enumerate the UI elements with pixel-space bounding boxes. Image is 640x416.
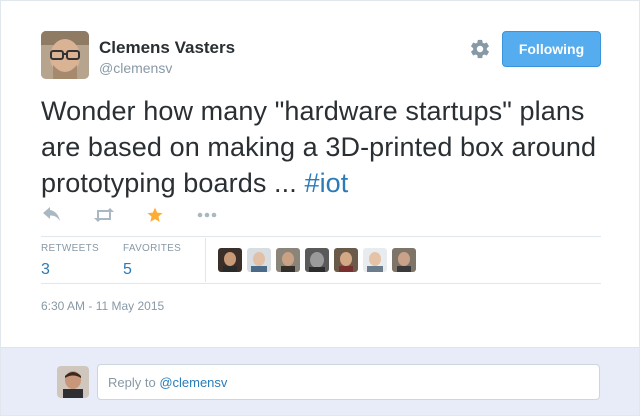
hashtag-link[interactable]: #iot <box>304 168 348 198</box>
retweets-label: RETWEETS <box>41 243 99 254</box>
favoriter-avatar[interactable] <box>363 248 387 272</box>
retweet-icon[interactable] <box>93 204 115 226</box>
reply-input[interactable] <box>97 364 600 400</box>
star-icon[interactable] <box>144 204 166 226</box>
retweets-stat[interactable]: RETWEETS 3 <box>41 243 99 279</box>
tweet-main: Clemens Vasters @clemensv Following Wond… <box>1 1 639 347</box>
tweet-timestamp[interactable]: 6:30 AM - 11 May 2015 <box>41 299 164 313</box>
divider-top <box>41 236 601 237</box>
favoriter-avatar[interactable] <box>392 248 416 272</box>
reply-bar: Reply to @clemensv <box>1 347 639 415</box>
tweet-card: Clemens Vasters @clemensv Following Wond… <box>0 0 640 416</box>
tweet-text: Wonder how many "hardware startups" plan… <box>41 93 601 201</box>
more-icon[interactable] <box>196 204 218 226</box>
author-display-name[interactable]: Clemens Vasters <box>99 38 235 58</box>
author-avatar[interactable] <box>41 31 89 79</box>
favoriter-avatar[interactable] <box>247 248 271 272</box>
favorites-label: FAVORITES <box>123 243 182 254</box>
favoriter-avatar[interactable] <box>305 248 329 272</box>
gear-icon[interactable] <box>469 38 491 60</box>
favoriter-avatar[interactable] <box>218 248 242 272</box>
divider-bottom <box>41 283 601 284</box>
current-user-avatar <box>57 366 89 398</box>
favorites-stat[interactable]: FAVORITES 5 <box>123 243 181 279</box>
favoriter-avatar[interactable] <box>334 248 358 272</box>
favorites-count[interactable]: 5 <box>123 261 181 279</box>
reply-icon[interactable] <box>41 204 63 226</box>
author-handle[interactable]: @clemensv <box>99 60 172 76</box>
favoriter-avatar[interactable] <box>276 248 300 272</box>
retweets-count[interactable]: 3 <box>41 261 99 279</box>
following-button[interactable]: Following <box>502 31 601 67</box>
stats-separator <box>205 238 206 282</box>
